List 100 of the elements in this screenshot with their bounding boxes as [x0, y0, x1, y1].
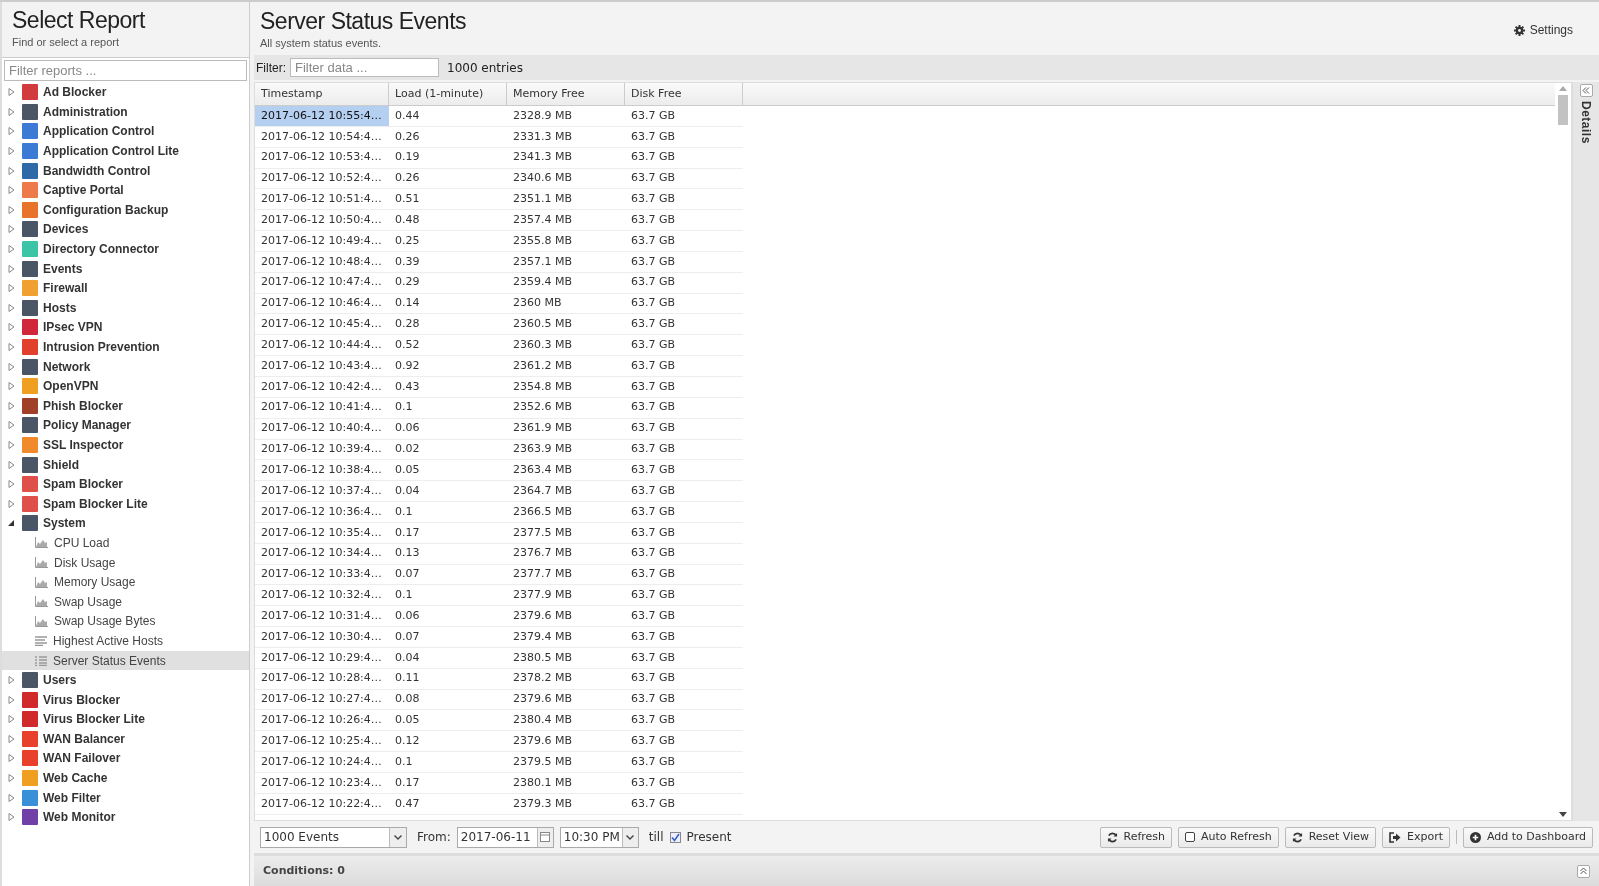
collapsed-triangle-icon[interactable]	[8, 676, 15, 685]
collapsed-triangle-icon[interactable]	[8, 88, 15, 97]
toolbar-button[interactable]: Auto Refresh	[1178, 826, 1279, 848]
collapsed-triangle-icon[interactable]	[8, 147, 15, 156]
report-category-item[interactable]: OpenVPN	[2, 376, 249, 396]
report-category-item[interactable]: Virus Blocker Lite	[2, 709, 249, 730]
checkbox[interactable]	[1185, 832, 1196, 842]
report-category-item[interactable]: Policy Manager	[2, 415, 249, 436]
table-cell: 0.05	[389, 460, 507, 482]
report-category-item[interactable]: SSL Inspector	[2, 435, 249, 455]
report-category-item[interactable]: Application Control	[2, 121, 249, 142]
report-item[interactable]: Server Status Events	[2, 650, 249, 671]
from-time-dropdown[interactable]: 10:30 PM	[559, 826, 639, 848]
report-category-item[interactable]: Configuration Backup	[2, 200, 249, 220]
report-category-item[interactable]: Web Monitor	[2, 807, 249, 828]
collapsed-triangle-icon[interactable]	[8, 343, 15, 351]
report-category-item[interactable]: Firewall	[2, 278, 249, 299]
details-tab[interactable]: Details	[1577, 101, 1595, 144]
column-header[interactable]: Memory Free	[507, 83, 625, 105]
filter-data-field[interactable]: Filter data ...	[290, 58, 439, 77]
report-category-item[interactable]: Intrusion Prevention	[2, 337, 249, 357]
scroll-down-icon[interactable]	[1559, 812, 1567, 817]
scrollbar-thumb[interactable]	[1558, 95, 1568, 125]
collapsed-triangle-icon[interactable]	[8, 499, 15, 508]
table-cell: 2017-06-12 10:45:4…	[255, 314, 389, 336]
caret-icon	[394, 834, 402, 840]
collapsed-triangle-icon[interactable]	[8, 695, 15, 704]
report-item[interactable]: CPU Load	[2, 533, 249, 553]
filter-reports-field[interactable]: Filter reports ...	[4, 59, 247, 81]
collapsed-triangle-icon[interactable]	[8, 441, 15, 449]
expanded-triangle-icon[interactable]	[8, 519, 15, 528]
report-item[interactable]: Swap Usage Bytes	[2, 611, 249, 632]
collapsed-triangle-icon[interactable]	[8, 264, 15, 273]
report-category-item[interactable]: Web Filter	[2, 787, 249, 808]
report-category-item[interactable]: System	[2, 513, 249, 534]
collapsed-triangle-icon[interactable]	[8, 480, 15, 489]
collapsed-triangle-icon[interactable]	[8, 205, 15, 214]
report-category-item[interactable]: Shield	[2, 454, 249, 475]
collapsed-triangle-icon[interactable]	[8, 774, 15, 783]
collapsed-triangle-icon[interactable]	[8, 421, 15, 430]
collapsed-triangle-icon[interactable]	[8, 225, 15, 234]
collapsed-triangle-icon[interactable]	[8, 401, 15, 410]
report-item[interactable]: Swap Usage	[2, 591, 249, 612]
collapsed-triangle-icon[interactable]	[8, 734, 15, 743]
report-item[interactable]: Disk Usage	[2, 552, 249, 573]
report-category-item[interactable]: Virus Blocker	[2, 689, 249, 710]
report-category-item[interactable]: Web Cache	[2, 768, 249, 788]
present-checkbox[interactable]	[669, 831, 681, 843]
report-category-item[interactable]: Ad Blocker	[2, 82, 249, 103]
collapsed-triangle-icon[interactable]	[8, 166, 15, 175]
report-category-item[interactable]: Application Control Lite	[2, 141, 249, 161]
column-header[interactable]: Load (1-minute)	[389, 83, 507, 105]
column-header[interactable]: Timestamp	[255, 83, 389, 105]
report-item[interactable]: Memory Usage	[2, 572, 249, 592]
toolbar-button[interactable]: Export	[1381, 826, 1450, 848]
scrollbar[interactable]	[1555, 83, 1571, 820]
collapsed-triangle-icon[interactable]	[8, 107, 15, 116]
scroll-up-icon[interactable]	[1559, 86, 1567, 91]
collapsed-triangle-icon[interactable]	[8, 754, 15, 763]
report-category-item[interactable]: Phish Blocker	[2, 396, 249, 416]
collapsed-triangle-icon[interactable]	[8, 460, 15, 469]
collapsed-triangle-icon[interactable]	[8, 127, 15, 136]
from-date-field[interactable]: 2017-06-11	[456, 826, 554, 848]
settings-button[interactable]: Settings	[1513, 21, 1573, 39]
report-category-item[interactable]: Users	[2, 670, 249, 690]
collapsed-triangle-icon[interactable]	[8, 186, 15, 195]
column-header[interactable]: Disk Free	[625, 83, 743, 105]
collapse-left-button[interactable]	[1579, 84, 1593, 97]
report-category-item[interactable]: WAN Failover	[2, 748, 249, 769]
report-category-item[interactable]: IPsec VPN	[2, 317, 249, 338]
report-category-item[interactable]: Devices	[2, 219, 249, 240]
report-category-item[interactable]: Network	[2, 356, 249, 377]
toolbar-button[interactable]: Reset View	[1284, 826, 1376, 848]
events-limit-dropdown[interactable]: 1000 Events	[260, 826, 407, 848]
collapsed-triangle-icon[interactable]	[8, 813, 15, 822]
table-cell: 0.07	[389, 564, 507, 586]
collapsed-triangle-icon[interactable]	[8, 284, 15, 293]
table-cell: 0.51	[389, 189, 507, 211]
report-item[interactable]: Highest Active Hosts	[2, 631, 249, 651]
report-category-item[interactable]: WAN Balancer	[2, 729, 249, 749]
report-category-item[interactable]: Directory Connector	[2, 239, 249, 259]
report-category-item[interactable]: Bandwidth Control	[2, 160, 249, 181]
collapsed-triangle-icon[interactable]	[8, 303, 15, 312]
report-category-item[interactable]: Events	[2, 258, 249, 279]
expand-up-button[interactable]	[1577, 864, 1590, 878]
report-category-item[interactable]: Spam Blocker	[2, 474, 249, 494]
collapsed-triangle-icon[interactable]	[8, 245, 15, 254]
table-cell: 63.7 GB	[625, 147, 743, 169]
toolbar-button[interactable]: Refresh	[1099, 826, 1173, 848]
collapsed-triangle-icon[interactable]	[8, 323, 15, 332]
report-category-item[interactable]: Hosts	[2, 298, 249, 318]
category-label: Users	[43, 672, 77, 690]
collapsed-triangle-icon[interactable]	[8, 362, 15, 371]
toolbar-button[interactable]: Add to Dashboard	[1463, 826, 1593, 848]
report-category-item[interactable]: Captive Portal	[2, 180, 249, 201]
collapsed-triangle-icon[interactable]	[8, 715, 15, 724]
collapsed-triangle-icon[interactable]	[8, 382, 15, 391]
collapsed-triangle-icon[interactable]	[8, 793, 15, 802]
report-category-item[interactable]: Administration	[2, 102, 249, 122]
report-category-item[interactable]: Spam Blocker Lite	[2, 493, 249, 514]
